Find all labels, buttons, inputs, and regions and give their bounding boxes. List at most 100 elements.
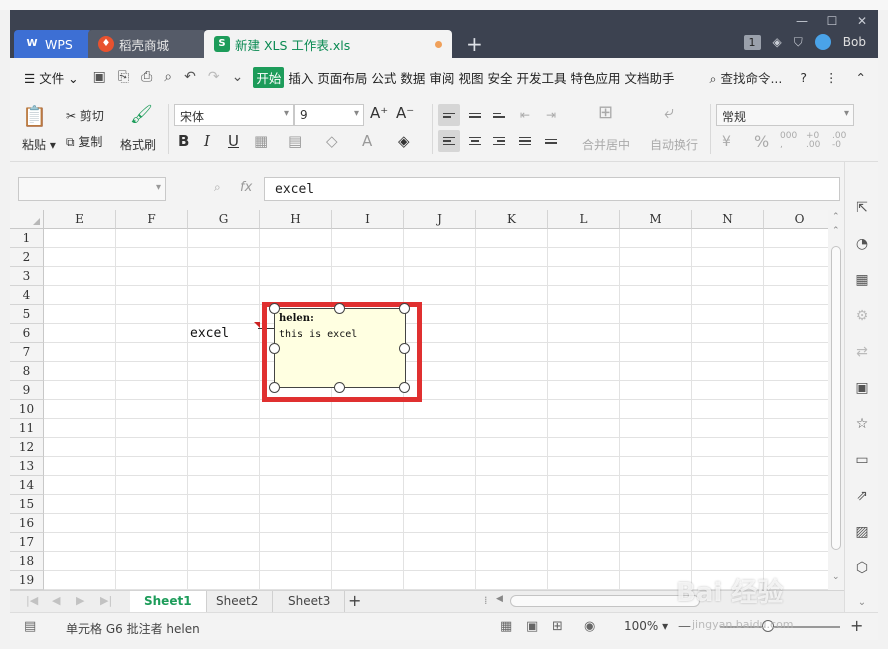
copy-button[interactable]: ⧉ 复制 [66,133,102,150]
vertical-scroll-thumb[interactable] [831,246,841,550]
justify-icon[interactable] [514,130,536,152]
name-box[interactable] [18,177,166,201]
grow-font-button[interactable]: A⁺ [370,104,388,122]
resize-handle[interactable] [269,343,280,354]
share-icon[interactable]: ⇗ [852,486,872,506]
column-header[interactable]: K [476,210,548,229]
horizontal-scroll-thumb[interactable] [510,595,700,607]
more-icon[interactable]: ⋮ [825,70,838,85]
menu-doc-assistant[interactable]: 文档助手 [625,68,675,87]
tab-spreadsheet[interactable]: S 新建 XLS 工作表.xls [204,30,452,58]
image-icon[interactable]: ▨ [852,522,872,542]
resize-handle[interactable] [269,382,280,393]
command-search[interactable]: ⌕ 查找命令... [709,68,782,87]
indent-decrease-icon[interactable]: ⇤ [514,104,536,126]
row-header[interactable]: 18 [10,552,44,571]
resize-handle[interactable] [399,382,410,393]
row-header[interactable]: 7 [10,343,44,362]
sheet-tab-1[interactable]: Sheet1 [130,591,207,612]
merge-center-button[interactable]: 合并居中 [582,136,630,153]
avatar[interactable] [814,34,831,50]
wrap-text-button[interactable]: 自动换行 [650,136,698,153]
sheet-tab-3[interactable]: Sheet3 [274,591,346,612]
format-painter-icon[interactable]: 🖌 [130,104,153,125]
column-header[interactable]: F [116,210,188,229]
normal-view-icon[interactable]: ▦ [500,619,512,634]
vertical-scrollbar[interactable]: ⌃ ⌃ ⌄ [828,210,844,590]
row-header[interactable]: 4 [10,286,44,305]
select-all-corner[interactable] [10,210,44,229]
save-icon[interactable]: ▣ [93,69,106,85]
align-center-icon[interactable] [464,130,486,152]
row-header[interactable]: 11 [10,419,44,438]
distributed-icon[interactable] [540,130,562,152]
zoom-level[interactable]: 100% ▾ [624,619,668,633]
minimize-icon[interactable]: — [792,14,812,28]
scroll-up-icon[interactable]: ⌃ [832,212,840,222]
redo-icon[interactable]: ↷ [208,69,220,85]
macro-icon[interactable]: ▤ [24,619,36,634]
column-header[interactable]: J [404,210,476,229]
resize-handle[interactable] [399,303,410,314]
menu-data[interactable]: 数据 [400,68,425,87]
menu-file[interactable]: ☰ 文件 ⌄ [24,68,79,87]
resize-handle[interactable] [269,303,280,314]
eraser-icon[interactable]: ◈ [398,132,410,150]
skin-icon[interactable]: ◈ [773,35,782,49]
row-header[interactable]: 14 [10,476,44,495]
row-header[interactable]: 9 [10,381,44,400]
font-color-icon[interactable]: A [362,132,372,150]
thousands-icon[interactable]: 000, [780,132,797,150]
star-icon[interactable]: ☆ [852,414,872,434]
cut-button[interactable]: ✂ 剪切 [66,107,104,124]
menu-view[interactable]: 视图 [458,68,483,87]
decrease-decimal-icon[interactable]: .00 -0 [832,132,846,150]
cell-g6-value[interactable]: excel [190,326,229,341]
column-header[interactable]: O [764,210,828,229]
underline-button[interactable]: U [228,132,239,150]
tab-wps[interactable]: W WPS [14,30,92,58]
column-header[interactable]: M [620,210,692,229]
row-header[interactable]: 3 [10,267,44,286]
row-header[interactable]: 10 [10,400,44,419]
window-count-badge[interactable]: 1 [743,34,761,50]
table-icon[interactable]: ▦ [852,270,872,290]
bold-button[interactable]: B [178,132,189,150]
column-header[interactable]: I [332,210,404,229]
zoom-in-icon[interactable]: + [850,616,863,635]
sheet-tab-2[interactable]: Sheet2 [202,591,274,612]
percent-icon[interactable]: % [754,132,769,151]
scroll-down-icon[interactable]: ⌄ [832,572,840,582]
row-header[interactable]: 1 [10,229,44,248]
row-header[interactable]: 19 [10,571,44,590]
paste-icon[interactable]: 📋 [22,104,47,128]
export-icon[interactable]: ⎘ [118,69,129,85]
row-header[interactable]: 15 [10,495,44,514]
fx-icon[interactable]: fx [240,180,252,195]
maximize-icon[interactable]: ☐ [822,14,842,28]
new-tab-icon[interactable]: + [466,32,483,56]
undo-icon[interactable]: ↶ [184,69,196,85]
row-header[interactable]: 6 [10,324,44,343]
gallery-icon[interactable]: ▣ [852,378,872,398]
italic-button[interactable]: I [204,132,210,150]
page-break-view-icon[interactable]: ▣ [526,619,538,634]
menu-security[interactable]: 安全 [487,68,512,87]
archive-icon[interactable]: ▭ [852,450,872,470]
prev-sheet-icon[interactable]: ◀ [52,594,60,607]
menu-review[interactable]: 审阅 [429,68,454,87]
fill-color-icon[interactable]: ◇ [326,132,338,150]
align-left-icon[interactable] [438,130,460,152]
shapes-icon[interactable]: ◔ [852,234,872,254]
user-name[interactable]: Bob [843,35,866,49]
menu-home[interactable]: 开始 [253,66,285,88]
transfer-icon[interactable]: ⇄ [852,342,872,362]
settings-sliders-icon[interactable]: ⚙ [852,306,872,326]
increase-decimal-icon[interactable]: +0.00 [806,132,820,150]
shrink-font-button[interactable]: A⁻ [396,104,414,122]
align-middle-icon[interactable] [464,104,486,126]
align-right-icon[interactable] [488,130,510,152]
tab-split-handle[interactable]: ⁞ [484,594,488,607]
first-sheet-icon[interactable]: |◀ [26,594,38,607]
menu-developer[interactable]: 开发工具 [516,68,566,87]
